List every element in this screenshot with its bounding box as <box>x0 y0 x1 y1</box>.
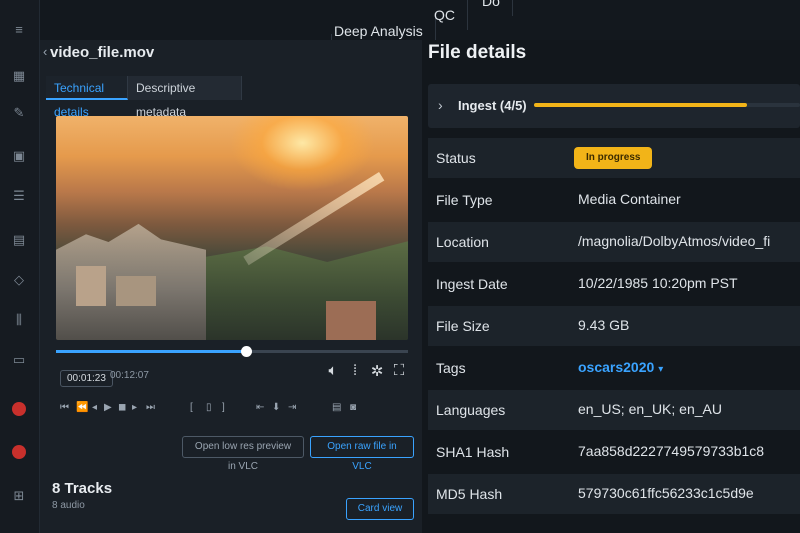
comment-icon[interactable]: ▤ <box>332 402 342 413</box>
detail-row-sha1: SHA1 Hash 7aa858d2227749579733b1c8 <box>428 432 800 472</box>
tab-qc[interactable]: QC <box>422 0 468 30</box>
ingest-progress-bar <box>534 103 800 107</box>
chevron-right-icon[interactable]: › <box>438 97 443 113</box>
languages-label: Languages <box>436 402 506 418</box>
edit-icon[interactable]: ✎ <box>11 105 27 121</box>
open-raw-file-button[interactable]: Open raw file in VLC <box>310 436 414 472</box>
building <box>76 266 106 306</box>
columns-icon[interactable]: ⫼ <box>11 312 27 328</box>
tags-label: Tags <box>436 360 466 376</box>
file-title: video_file.mov <box>50 44 155 61</box>
mark-out-icon[interactable]: ] <box>222 402 226 413</box>
skip-end-icon[interactable]: ⏭ <box>146 402 156 413</box>
ingest-date-label: Ingest Date <box>436 276 508 292</box>
building <box>116 276 156 306</box>
mark-in-icon[interactable]: [ <box>190 402 194 413</box>
ingest-row[interactable]: › Ingest (4/5) <box>428 84 800 128</box>
tags-value[interactable]: oscars2020 ▾ <box>578 359 663 375</box>
rewind-icon[interactable]: ⏪ <box>76 402 89 413</box>
skip-start-icon[interactable]: ⏮ <box>60 402 70 413</box>
stop-icon[interactable]: ◼ <box>118 402 127 413</box>
calendar-icon[interactable]: ▤ <box>11 232 27 248</box>
md5-label: MD5 Hash <box>436 486 503 502</box>
file-details-panel: File details › Ingest (4/5) Status In pr… <box>422 40 800 533</box>
file-type-value: Media Container <box>578 191 681 207</box>
grid-icon[interactable]: ▦ <box>11 68 27 84</box>
languages-value: en_US; en_UK; en_AU <box>578 401 722 417</box>
ingest-label: Ingest (4/5) <box>458 98 527 113</box>
sha1-label: SHA1 Hash <box>436 444 510 460</box>
file-type-label: File Type <box>436 192 493 208</box>
fullscreen-icon[interactable]: ⛶ <box>390 362 408 379</box>
play-icon[interactable]: ▶ <box>104 402 113 413</box>
waveform-icon[interactable]: ⦙ <box>346 362 364 379</box>
current-timecode[interactable]: 00:01:23 <box>60 370 113 387</box>
open-low-res-button[interactable]: Open low res preview in VLC <box>182 436 304 472</box>
alert-dot-icon-2[interactable] <box>12 445 26 459</box>
status-label: Status <box>436 150 476 166</box>
scrub-bar[interactable] <box>56 346 408 357</box>
detail-row-languages: Languages en_US; en_UK; en_AU <box>428 390 800 430</box>
tracks-title: 8 Tracks <box>52 480 113 497</box>
scrub-progress <box>56 350 247 353</box>
step-forward-icon[interactable]: ▸ <box>132 402 138 413</box>
step-back-icon[interactable]: ◂ <box>92 402 98 413</box>
detail-row-file-type: File Type Media Container <box>428 180 800 220</box>
tracks-subtitle: 8 audio <box>52 500 85 511</box>
city-park-area <box>206 241 408 340</box>
left-sidebar: ≡ ▦ ✎ ▣ ☰ ▤ ◇ ⫼ ▭ ⊞ <box>0 0 40 533</box>
scrub-handle[interactable] <box>241 346 253 357</box>
diamond-icon[interactable]: ◇ <box>11 272 27 288</box>
image-icon[interactable]: ▣ <box>11 148 27 164</box>
back-chevron-icon[interactable]: ‹ <box>43 44 47 59</box>
card-view-button[interactable]: Card view <box>346 498 414 520</box>
camera-icon[interactable]: ◙ <box>350 402 357 413</box>
subtab-technical-details[interactable]: Technical details <box>46 76 128 119</box>
location-value: /magnolia/DolbyAtmos/video_fi <box>578 233 771 249</box>
file-size-label: File Size <box>436 318 490 334</box>
location-label: Location <box>436 234 489 250</box>
alert-dot-icon[interactable] <box>12 402 26 416</box>
river <box>243 171 385 266</box>
building <box>326 301 376 340</box>
marker-next-icon[interactable]: ⇥ <box>288 402 297 413</box>
detail-row-status: Status In progress <box>428 138 800 178</box>
list-icon[interactable]: ☰ <box>11 188 27 204</box>
file-size-value: 9.43 GB <box>578 317 630 333</box>
folder-icon[interactable]: ▭ <box>11 352 27 368</box>
chevron-down-icon[interactable]: ▾ <box>658 364 663 375</box>
settings-icon[interactable]: ✲ <box>368 362 386 380</box>
menu-icon[interactable]: ≡ <box>11 22 27 38</box>
details-title: File details <box>428 42 527 63</box>
detail-row-tags: Tags oscars2020 ▾ <box>428 348 800 388</box>
tab-more[interactable]: Do <box>470 0 513 16</box>
detail-row-file-size: File Size 9.43 GB <box>428 306 800 346</box>
media-panel: ‹ video_file.mov Technical details Descr… <box>40 40 422 533</box>
detail-row-md5: MD5 Hash 579730c61ffc56233c1c5d9e <box>428 474 800 514</box>
clip-icon[interactable]: ▯ <box>206 402 213 413</box>
total-timecode: 00:12:07 <box>110 370 149 381</box>
status-badge: In progress <box>574 147 653 169</box>
subtab-bar: Technical details Descriptive metadata <box>46 76 416 119</box>
detail-row-location: Location /magnolia/DolbyAtmos/video_fi <box>428 222 800 262</box>
marker-icon[interactable]: ⬇ <box>272 402 281 413</box>
marker-prev-icon[interactable]: ⇤ <box>256 402 265 413</box>
ingest-date-value: 10/22/1985 10:20pm PST <box>578 275 738 291</box>
md5-value: 579730c61ffc56233c1c5d9e <box>578 485 754 501</box>
video-preview[interactable] <box>56 116 408 340</box>
top-tab-bar: Workbench Deep Analysis QC Do <box>40 0 800 64</box>
tag-link[interactable]: oscars2020 <box>578 359 654 375</box>
subtab-descriptive-metadata[interactable]: Descriptive metadata <box>128 76 242 119</box>
volume-icon[interactable]: 🔈︎ <box>324 362 342 379</box>
detail-row-ingest-date: Ingest Date 10/22/1985 10:20pm PST <box>428 264 800 304</box>
apps-icon[interactable]: ⊞ <box>11 488 27 504</box>
sha1-value: 7aa858d2227749579733b1c8 <box>578 443 765 459</box>
ingest-progress-fill <box>534 103 747 107</box>
